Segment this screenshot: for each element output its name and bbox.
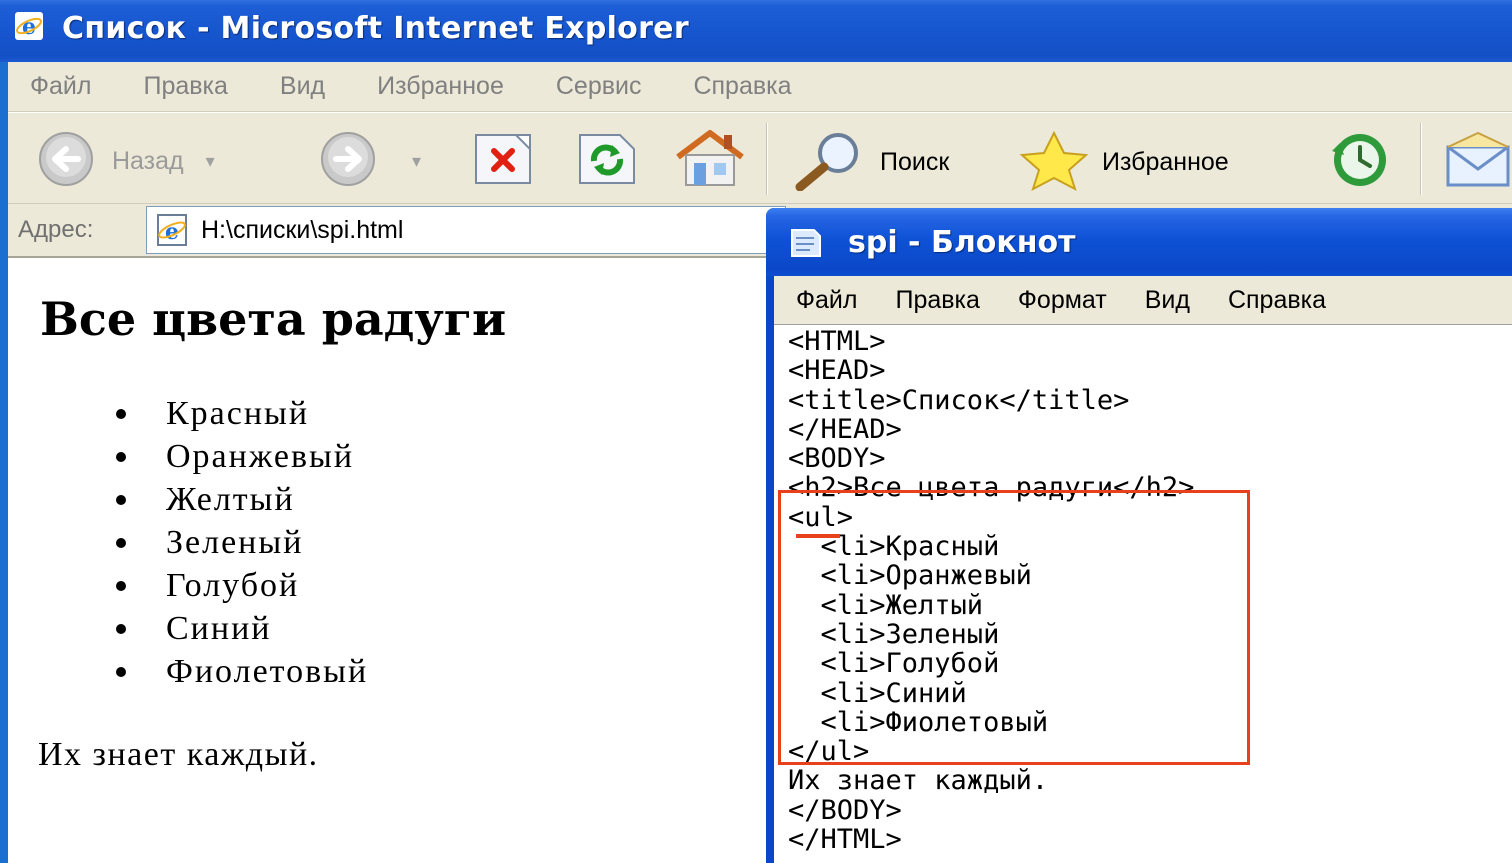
notepad-menubar: Файл Правка Формат Вид Справка bbox=[774, 276, 1512, 324]
page-footer-text: Их знает каждый. bbox=[38, 736, 319, 773]
stop-button[interactable] bbox=[470, 131, 536, 191]
bullet-icon bbox=[116, 451, 126, 462]
list-item-text: Желтый bbox=[166, 480, 295, 518]
list-item: Желтый bbox=[116, 478, 368, 521]
refresh-icon bbox=[574, 131, 640, 191]
notepad-titlebar[interactable]: spi - Блокнот bbox=[766, 208, 1512, 276]
toolbar-separator-2 bbox=[1420, 123, 1422, 195]
ie-window-title: Список - Microsoft Internet Explorer bbox=[62, 10, 689, 46]
back-arrow-icon bbox=[28, 131, 104, 191]
list-item-text: Голубой bbox=[166, 566, 300, 604]
back-dropdown-icon[interactable]: ▾ bbox=[206, 151, 215, 172]
bullet-icon bbox=[116, 494, 126, 505]
list-item: Голубой bbox=[116, 564, 368, 607]
bullet-icon bbox=[116, 537, 126, 548]
ie-menubar: Файл Правка Вид Избранное Сервис Справка bbox=[8, 62, 1512, 112]
ie-menu-view[interactable]: Вид bbox=[280, 72, 325, 101]
notepad-menu-help[interactable]: Справка bbox=[1228, 286, 1326, 315]
history-button[interactable] bbox=[1318, 129, 1402, 195]
svg-text:e: e bbox=[22, 14, 36, 40]
list-item-text: Оранжевый bbox=[166, 437, 355, 475]
list-item-text: Зеленый bbox=[166, 523, 304, 561]
forward-arrow-icon bbox=[310, 131, 386, 191]
code-line: Их знает каждый. bbox=[788, 765, 1049, 797]
search-magnifier-icon bbox=[786, 129, 870, 195]
back-label: Назад bbox=[112, 146, 184, 175]
bullet-icon bbox=[116, 580, 126, 591]
mail-icon bbox=[1444, 131, 1512, 193]
ie-menu-file[interactable]: Файл bbox=[30, 72, 91, 101]
page-heading: Все цвета радуги bbox=[40, 292, 507, 346]
address-field[interactable]: e H:\списки\spi.html bbox=[146, 206, 786, 254]
notepad-icon bbox=[788, 224, 824, 260]
bullet-icon bbox=[116, 666, 126, 677]
favorites-label: Избранное bbox=[1102, 147, 1229, 176]
toolbar-separator bbox=[766, 123, 768, 195]
code-line: <HTML> bbox=[788, 326, 886, 357]
stop-icon bbox=[470, 131, 536, 191]
list-item: Фиолетовый bbox=[116, 650, 368, 693]
ie-logo-icon: e bbox=[14, 11, 44, 41]
bullet-icon bbox=[116, 408, 126, 419]
code-line: </HTML> bbox=[788, 824, 902, 856]
home-button[interactable] bbox=[670, 127, 750, 193]
list-item: Зеленый bbox=[116, 521, 368, 564]
search-button[interactable]: Поиск bbox=[786, 129, 949, 195]
ie-menu-edit[interactable]: Правка bbox=[143, 72, 227, 101]
list-item: Красный bbox=[116, 392, 368, 435]
notepad-menu-file[interactable]: Файл bbox=[796, 286, 857, 315]
ie-menu-favorites[interactable]: Избранное bbox=[377, 72, 504, 101]
back-button[interactable]: Назад ▾ bbox=[28, 131, 215, 191]
list-item-text: Фиолетовый bbox=[166, 652, 369, 690]
highlight-indent-mark bbox=[796, 534, 840, 538]
search-label: Поиск bbox=[880, 147, 950, 176]
notepad-menu-view[interactable]: Вид bbox=[1145, 286, 1190, 315]
forward-button[interactable]: ▾ bbox=[310, 131, 421, 191]
bullet-icon bbox=[116, 623, 126, 634]
ie-menu-help[interactable]: Справка bbox=[693, 72, 791, 101]
mail-button[interactable] bbox=[1444, 131, 1512, 193]
rainbow-list: Красный Оранжевый Желтый Зеленый Голубой… bbox=[116, 392, 368, 693]
highlight-box bbox=[778, 490, 1250, 765]
favorites-button[interactable]: Избранное bbox=[1012, 129, 1229, 195]
list-item: Синий bbox=[116, 607, 368, 650]
code-line: </HEAD> bbox=[788, 413, 902, 445]
address-value: H:\списки\spi.html bbox=[201, 215, 404, 244]
forward-dropdown-icon[interactable]: ▾ bbox=[412, 151, 421, 172]
code-line: <BODY> bbox=[788, 443, 886, 475]
code-line: <title>Список</title> bbox=[788, 384, 1130, 416]
ie-titlebar[interactable]: e Список - Microsoft Internet Explorer bbox=[0, 0, 1512, 62]
favorites-star-icon bbox=[1012, 129, 1096, 195]
history-icon bbox=[1318, 129, 1402, 195]
code-line: </BODY> bbox=[788, 794, 902, 826]
ie-page-icon: e bbox=[155, 212, 191, 248]
notepad-title: spi - Блокнот bbox=[848, 224, 1076, 260]
notepad-menu-format[interactable]: Формат bbox=[1018, 286, 1107, 315]
list-item-text: Красный bbox=[166, 394, 310, 432]
list-item: Оранжевый bbox=[116, 435, 368, 478]
notepad-menu-edit[interactable]: Правка bbox=[895, 286, 979, 315]
ie-toolbar: Назад ▾ ▾ Поиск Избранное bbox=[8, 112, 1512, 204]
list-item-text: Синий bbox=[166, 609, 272, 647]
code-line: <HEAD> bbox=[788, 355, 886, 387]
address-label: Адрес: bbox=[18, 216, 94, 243]
ie-menu-tools[interactable]: Сервис bbox=[556, 72, 642, 101]
home-icon bbox=[670, 127, 750, 193]
refresh-button[interactable] bbox=[574, 131, 640, 191]
